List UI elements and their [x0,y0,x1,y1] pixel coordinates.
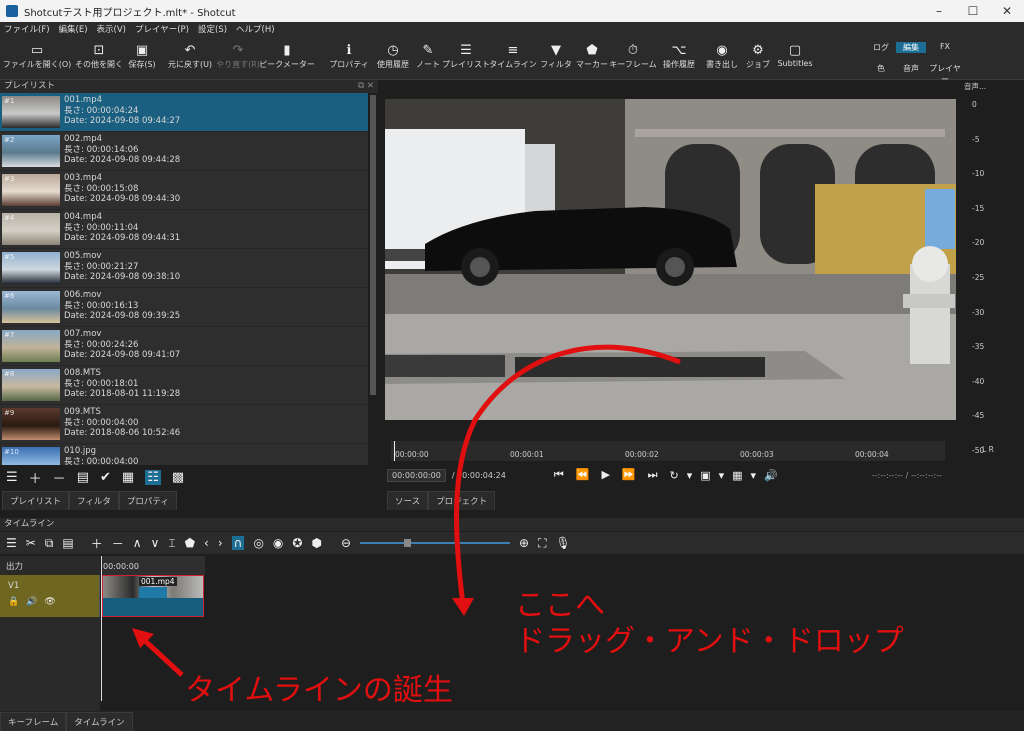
annotation-drop-line2: ドラッグ・アンド・ドロップ [515,624,904,659]
annotation-timeline-birth: タイムラインの誕生 [185,673,453,708]
